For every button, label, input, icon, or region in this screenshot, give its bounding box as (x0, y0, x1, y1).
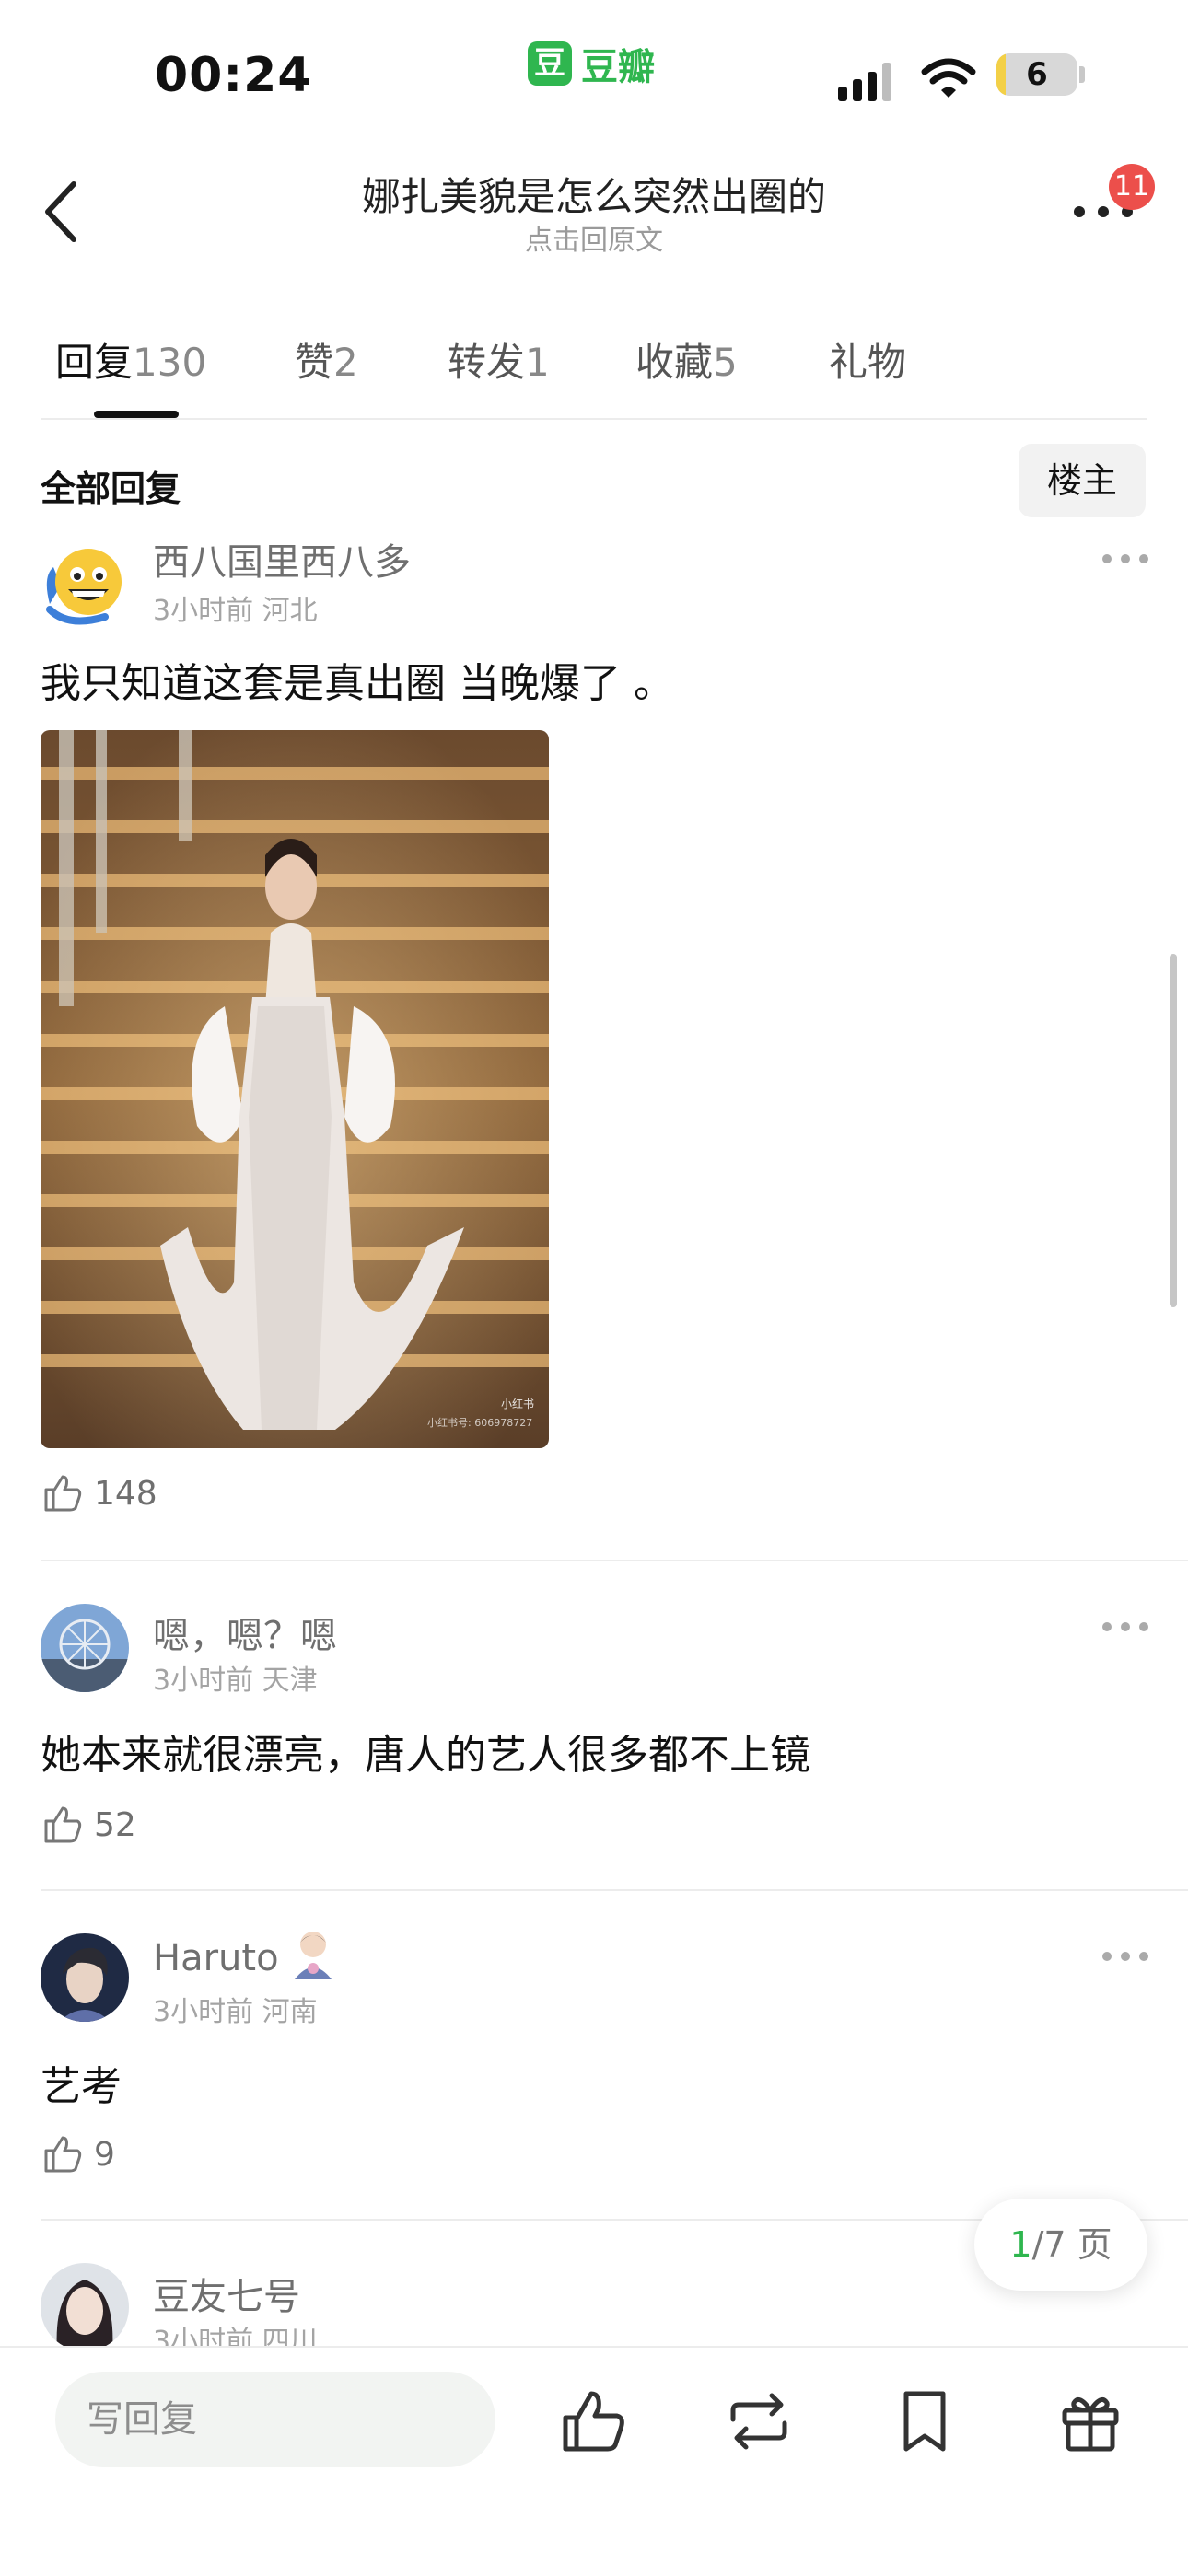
page-indicator[interactable]: 1/7 页 (974, 2199, 1147, 2291)
divider (41, 1889, 1188, 1891)
tab-likes[interactable]: 赞2 (295, 331, 358, 388)
avatar[interactable] (41, 2263, 129, 2351)
comment-meta: 3小时前 河南 (153, 1989, 318, 2029)
like-count: 148 (94, 1474, 157, 1513)
tab-label: 赞 (295, 340, 334, 385)
comment-text: 我只知道这套是真出圈 当晚爆了 。 (41, 660, 674, 707)
thumbs-up-icon[interactable] (554, 2383, 632, 2460)
avatar[interactable] (41, 540, 129, 628)
username[interactable]: 西八国里西八多 (153, 532, 411, 586)
tab-replies[interactable]: 回复130 (55, 331, 206, 388)
tab-count: 5 (713, 340, 738, 385)
comment-text: 她本来就很漂亮，唐人的艺人很多都不上镜 (41, 1732, 810, 1779)
comment-time: 3小时前 (153, 1665, 254, 1697)
tab-collections[interactable]: 收藏5 (635, 331, 738, 388)
battery-icon: 6 (996, 53, 1077, 96)
reply-input[interactable]: 写回复 (55, 2372, 495, 2467)
comment-photo[interactable]: 小红书 小红书号: 606978727 (41, 730, 549, 1448)
thumbs-up-icon (44, 1475, 82, 1512)
total-pages: /7 页 (1031, 2224, 1112, 2265)
tab-label: 收藏 (635, 340, 714, 385)
comment-location: 天津 (262, 1665, 318, 1697)
tab-count: 1 (525, 340, 550, 385)
comment-location: 河北 (262, 595, 318, 627)
active-tab-indicator (94, 411, 179, 418)
comment-more-icon[interactable] (1098, 1613, 1153, 1641)
wifi-icon (921, 58, 976, 98)
like-button[interactable]: 52 (41, 1803, 136, 1847)
tab-label: 回复 (55, 340, 134, 385)
status-time: 00:24 (155, 48, 312, 103)
tab-count: 130 (133, 340, 207, 385)
battery-tip (1079, 66, 1085, 83)
watermark-id: 小红书号: 606978727 (427, 1417, 532, 1429)
app-indicator[interactable]: 豆 豆瓣 (528, 37, 655, 90)
divider (41, 418, 1147, 420)
comment-meta: 3小时前 河北 (153, 587, 318, 628)
repost-icon[interactable] (720, 2383, 798, 2460)
gift-icon[interactable] (1052, 2383, 1129, 2460)
comment-more-icon[interactable] (1098, 545, 1153, 573)
photo-red-carpet-stairs: 小红书 小红书号: 606978727 (41, 730, 549, 1448)
avatar[interactable] (41, 1933, 129, 2022)
battery-level: 6 (1026, 56, 1048, 93)
ferris-wheel-avatar-icon (41, 1604, 129, 1692)
comment-location: 河南 (262, 1996, 318, 2028)
all-replies-label: 全部回复 (41, 469, 181, 509)
like-count: 52 (94, 1805, 136, 1844)
username[interactable]: Haruto (153, 1937, 279, 1979)
tab-reposts[interactable]: 转发1 (448, 331, 550, 388)
like-count: 9 (94, 2135, 115, 2174)
tab-gifts[interactable]: 礼物 (829, 331, 906, 388)
comment-meta: 3小时前 天津 (153, 1657, 318, 1698)
username[interactable]: 豆友七号 (153, 2267, 300, 2320)
page-title: 娜扎美貌是怎么突然出圈的 (361, 174, 826, 219)
tab-label: 礼物 (829, 340, 907, 385)
tab-count: 2 (333, 340, 358, 385)
comment-text: 艺考 (41, 2063, 122, 2110)
back-icon[interactable] (33, 175, 88, 249)
thumbs-up-icon (44, 2136, 82, 2173)
op-only-button[interactable]: 楼主 (1019, 444, 1146, 517)
comment-time: 3小时前 (153, 595, 254, 627)
bookmark-icon[interactable] (886, 2383, 963, 2460)
like-button[interactable]: 148 (41, 1471, 157, 1515)
thumbs-up-icon (44, 1806, 82, 1843)
watermark-brand: 小红书 (501, 1397, 534, 1410)
app-name: 豆瓣 (581, 46, 655, 88)
scrollbar[interactable] (1170, 954, 1177, 1307)
notification-badge: 11 (1109, 164, 1155, 210)
current-page: 1 (1009, 2224, 1032, 2265)
back-to-original-link[interactable]: 点击回原文 (276, 217, 912, 258)
like-button[interactable]: 9 (41, 2132, 115, 2176)
tab-label: 转发 (448, 340, 526, 385)
comment-more-icon[interactable] (1098, 1943, 1153, 1970)
person-portrait-avatar-icon (41, 1933, 129, 2022)
person-portrait-avatar-icon (41, 2263, 129, 2351)
divider (41, 1560, 1188, 1561)
username[interactable]: 嗯，嗯？嗯 (153, 1606, 337, 1659)
avatar[interactable] (41, 1604, 129, 1692)
comment-time: 3小时前 (153, 1996, 254, 2028)
cellular-signal-icon (838, 63, 891, 101)
user-badge-icon (295, 1932, 332, 1979)
emoji-avatar-icon (46, 549, 122, 625)
douban-logo-icon: 豆 (528, 41, 572, 86)
